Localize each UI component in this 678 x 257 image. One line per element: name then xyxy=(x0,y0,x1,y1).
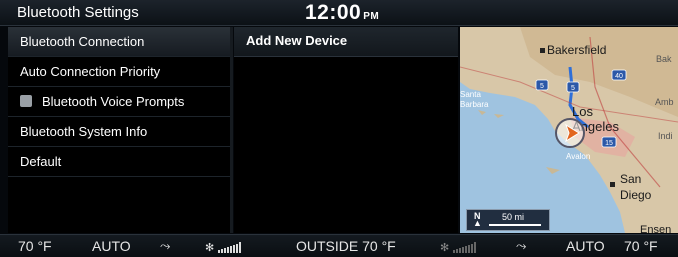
right-fan-speed-bars xyxy=(453,242,477,253)
scale-bar xyxy=(489,224,541,226)
left-fan-speed-bars xyxy=(218,242,242,253)
city-label-bakersfield: Bakersfield xyxy=(547,43,606,57)
left-auto-mode[interactable]: AUTO xyxy=(92,238,131,254)
right-fan-icon[interactable]: ✻ xyxy=(440,238,479,254)
highway-shield-5-north: 5 xyxy=(566,81,580,93)
city-label-santa: Santa xyxy=(460,90,481,99)
voice-prompts-checkbox[interactable] xyxy=(20,95,32,107)
menu-item-auto-connection-priority[interactable]: Auto Connection Priority xyxy=(8,57,230,87)
menu-item-bluetooth-connection[interactable]: Bluetooth Connection xyxy=(8,27,230,57)
clock-time: 12:00 xyxy=(305,1,362,24)
right-airflow-icon[interactable]: ⤳ xyxy=(516,238,526,254)
left-airflow-icon[interactable]: ⤳ xyxy=(160,238,170,254)
svg-text:15: 15 xyxy=(605,140,613,147)
right-auto-mode[interactable]: AUTO xyxy=(566,238,605,254)
menu-item-bluetooth-system-info[interactable]: Bluetooth System Info xyxy=(8,117,230,147)
city-label-diego: Diego xyxy=(620,188,652,202)
city-label-avalon: Avalon xyxy=(566,152,590,161)
svg-text:5: 5 xyxy=(571,85,575,92)
outside-temperature: OUTSIDE 70 °F xyxy=(296,238,396,254)
city-label-bak: Bak xyxy=(656,54,672,64)
vehicle-position-icon xyxy=(555,118,585,148)
highway-shield-40: 40 xyxy=(611,69,627,81)
highway-shield-15: 15 xyxy=(601,136,617,148)
map-canvas: Bakersfield Bak Santa Barbara Amb Los An… xyxy=(460,27,678,233)
climate-bar: 70 °F AUTO ⤳ ✻ OUTSIDE 70 °F ✻ ⤳ AUTO 70… xyxy=(0,234,678,257)
settings-menu: Bluetooth Connection Auto Connection Pri… xyxy=(8,27,230,233)
svg-text:40: 40 xyxy=(615,73,623,80)
panel-divider xyxy=(230,27,233,233)
city-label-ensen: Ensen xyxy=(640,224,671,233)
city-label-barbara: Barbara xyxy=(460,100,489,109)
device-list: Add New Device xyxy=(234,27,458,233)
add-new-device-label: Add New Device xyxy=(246,33,348,48)
page-title: Bluetooth Settings xyxy=(17,4,139,21)
city-label-amb: Amb xyxy=(655,97,674,107)
north-arrow-icon: ▲ xyxy=(473,218,482,228)
left-temperature[interactable]: 70 °F xyxy=(18,238,52,254)
add-new-device-button[interactable]: Add New Device xyxy=(234,27,458,57)
city-marker-bakersfield xyxy=(540,48,545,53)
menu-item-default[interactable]: Default xyxy=(8,147,230,177)
city-label-indi: Indi xyxy=(658,131,673,141)
clock: 12:00 PM xyxy=(305,1,379,25)
city-marker-san-diego xyxy=(610,182,615,187)
menu-item-label: Bluetooth Voice Prompts xyxy=(42,94,185,109)
svg-text:5: 5 xyxy=(540,83,544,90)
left-fan-icon[interactable]: ✻ xyxy=(205,238,244,254)
right-temperature[interactable]: 70 °F xyxy=(624,238,658,254)
city-label-san: San xyxy=(620,172,641,186)
menu-item-bluetooth-voice-prompts[interactable]: Bluetooth Voice Prompts xyxy=(8,87,230,117)
menu-item-label: Bluetooth Connection xyxy=(20,34,145,49)
highway-shield-5-south: 5 xyxy=(535,79,549,91)
scale-label: 50 mi xyxy=(502,212,525,222)
infotainment-screen: Bluetooth Settings 12:00 PM Bluetooth Con… xyxy=(0,0,678,257)
map-scale: N ▲ 50 mi xyxy=(466,209,550,231)
clock-ampm: PM xyxy=(363,11,380,22)
navigation-map[interactable]: Bakersfield Bak Santa Barbara Amb Los An… xyxy=(460,27,678,233)
menu-item-label: Default xyxy=(20,154,62,169)
menu-item-label: Auto Connection Priority xyxy=(20,64,161,79)
header-bar: Bluetooth Settings 12:00 PM xyxy=(0,0,678,26)
menu-item-label: Bluetooth System Info xyxy=(20,124,148,139)
city-label-los: Los xyxy=(572,104,593,119)
